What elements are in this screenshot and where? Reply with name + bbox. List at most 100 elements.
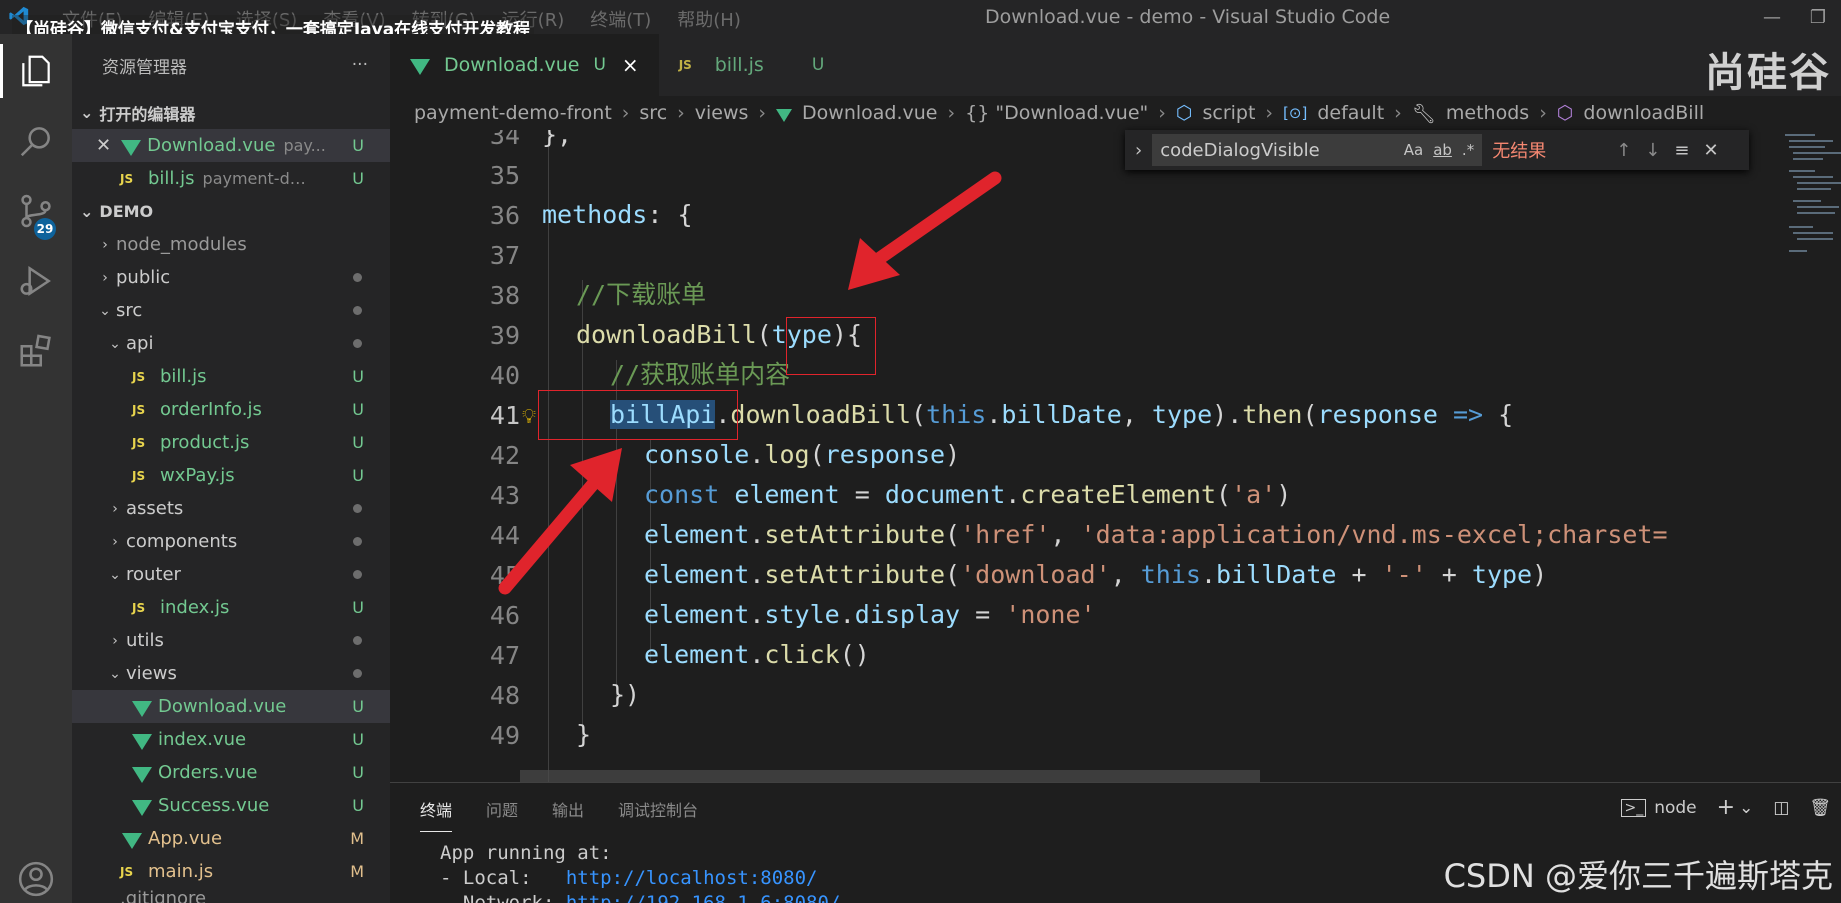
tree-file-download-vue[interactable]: Download.vue U [72, 690, 390, 723]
tree-folder-components[interactable]: › components [72, 525, 390, 558]
tree-file-gitignore[interactable]: .gitignore [72, 888, 390, 903]
trash-icon[interactable]: 🗑︎ [1809, 798, 1831, 818]
code-line-43: const element = document.createElement('… [644, 480, 1292, 509]
code-area[interactable]: }, methods: { //下载账单 downloadBill(type){… [520, 130, 1841, 782]
tab-debug-console[interactable]: 调试控制台 [618, 797, 698, 832]
scm-badge: 29 [34, 218, 56, 240]
close-icon[interactable]: × [622, 53, 639, 77]
tree-file-success-vue[interactable]: Success.vue U [72, 789, 390, 822]
tree-folder-router[interactable]: ⌄ router [72, 558, 390, 591]
source-control-icon[interactable]: 29 [0, 176, 72, 246]
run-debug-icon[interactable] [0, 246, 72, 316]
account-icon[interactable] [0, 844, 72, 903]
tree-folder-src[interactable]: ⌄ src [72, 294, 390, 327]
breadcrumb-item[interactable]: src [639, 102, 667, 124]
close-icon[interactable]: ✕ [96, 135, 111, 156]
menu-terminal[interactable]: 终端(T) [590, 6, 651, 32]
code-line-40: //获取账单内容 [610, 360, 791, 389]
tree-file-index-vue[interactable]: index.vue U [72, 723, 390, 756]
chevron-right-icon: › [758, 102, 767, 124]
more-actions-icon[interactable]: ··· [352, 55, 368, 75]
toggle-replace-icon[interactable]: › [1135, 140, 1142, 161]
tree-folder-api[interactable]: ⌄ api [72, 327, 390, 360]
tab-bill-js[interactable]: JS bill.js U [659, 34, 845, 96]
open-editor-path: payment-dem... [202, 169, 311, 188]
regex-icon[interactable]: .* [1462, 141, 1474, 159]
arrow-up-icon[interactable]: ↑ [1616, 140, 1631, 161]
breadcrumb: payment-demo-front › src › views › Download… [390, 96, 1841, 130]
local-url-link[interactable]: http://localhost:8080/ [566, 867, 818, 889]
horizontal-scrollbar[interactable] [520, 770, 1260, 782]
chevron-down-icon[interactable]: ⌄ [1739, 798, 1753, 818]
method-icon: ⬡ [1556, 102, 1574, 124]
tree-folder-node-modules[interactable]: › node_modules [72, 228, 390, 261]
tree-file-index-js[interactable]: JS index.js U [72, 591, 390, 624]
breadcrumb-item[interactable]: views [695, 102, 749, 124]
breadcrumb-item[interactable]: default [1317, 102, 1384, 124]
tree-file-bill-js[interactable]: JS bill.js U [72, 360, 390, 393]
open-editor-item[interactable]: ✕ Download.vue pay... U [72, 129, 390, 162]
git-status: U [352, 598, 364, 617]
tab-problems[interactable]: 问题 [486, 797, 518, 832]
split-terminal-icon[interactable]: ◫ [1773, 798, 1789, 818]
line-number: 36 [489, 201, 520, 230]
tree-file-orders-vue[interactable]: Orders.vue U [72, 756, 390, 789]
tab-output[interactable]: 输出 [552, 797, 584, 832]
tree-folder-public[interactable]: › public [72, 261, 390, 294]
breadcrumb-item[interactable]: Download.vue [802, 102, 937, 124]
window-title: Download.vue - demo - Visual Studio Code [985, 6, 1391, 28]
find-input[interactable]: codeDialogVisible Aa ab .* [1152, 134, 1483, 166]
code-line-42: console.log(response) [644, 440, 961, 469]
code-editor[interactable]: 34 35 36 37 38 39 40 41 42 43 44 45 46 4… [390, 130, 1841, 782]
open-editors-section[interactable]: ⌄ 打开的编辑器 [72, 96, 390, 129]
extensions-icon[interactable] [0, 316, 72, 386]
explorer-icon[interactable] [0, 36, 72, 106]
whole-word-icon[interactable]: ab [1433, 141, 1452, 159]
git-status: U [352, 763, 364, 782]
close-icon[interactable]: ✕ [1703, 140, 1718, 161]
vue-file-icon [132, 700, 152, 717]
find-in-selection-icon[interactable]: ≡ [1674, 140, 1689, 161]
tree-file-product-js[interactable]: JS product.js U [72, 426, 390, 459]
breadcrumb-item[interactable]: script [1202, 102, 1255, 124]
terminal-output[interactable]: App running at: - Local: http://localhost… [440, 841, 840, 903]
add-terminal-icon[interactable]: + [1717, 795, 1735, 820]
tree-file-wxpay-js[interactable]: JS wxPay.js U [72, 459, 390, 492]
breadcrumb-item[interactable]: {} "Download.vue" [965, 102, 1148, 124]
explorer-header: 资源管理器 ··· [72, 34, 390, 96]
tree-folder-views[interactable]: ⌄ views [72, 657, 390, 690]
breadcrumb-item[interactable]: downloadBill [1583, 102, 1704, 124]
line-number-current: 41 [489, 401, 520, 430]
minimize-icon[interactable]: — [1749, 0, 1795, 34]
tree-label: node_modules [116, 234, 247, 255]
tree-label: wxPay.js [160, 465, 235, 486]
tree-label: api [126, 333, 154, 354]
breadcrumb-item[interactable]: methods [1446, 102, 1529, 124]
git-status: U [352, 433, 364, 452]
tab-download-vue[interactable]: Download.vue U × [390, 34, 659, 96]
restore-icon[interactable]: ❐ [1795, 0, 1841, 34]
chevron-right-icon: › [102, 269, 108, 286]
tree-file-orderinfo-js[interactable]: JS orderInfo.js U [72, 393, 390, 426]
network-url-link[interactable]: http://192.168.1.6:8080/ [566, 892, 841, 903]
open-editor-item[interactable]: JS bill.js payment-dem... U [72, 162, 390, 195]
minimap-line [1797, 182, 1841, 184]
tree-file-app-vue[interactable]: App.vue M [72, 822, 390, 855]
tab-terminal[interactable]: 终端 [420, 797, 453, 832]
match-case-icon[interactable]: Aa [1404, 141, 1423, 159]
breadcrumb-item[interactable]: payment-demo-front [414, 102, 612, 124]
search-icon[interactable] [0, 106, 72, 176]
tree-label: views [126, 663, 177, 684]
terminal-select[interactable]: node [1654, 798, 1696, 818]
workspace-section[interactable]: ⌄ DEMO [72, 195, 390, 228]
arrow-down-icon[interactable]: ↓ [1645, 140, 1660, 161]
git-status: U [352, 796, 364, 815]
minimap[interactable] [1781, 130, 1841, 290]
tree-folder-utils[interactable]: › utils [72, 624, 390, 657]
chevron-right-icon: › [112, 632, 118, 649]
menu-help[interactable]: 帮助(H) [677, 6, 741, 32]
tree-file-main-js[interactable]: JS main.js M [72, 855, 390, 888]
line-number: 48 [489, 681, 520, 710]
js-file-icon: JS [132, 435, 146, 450]
tree-folder-assets[interactable]: › assets [72, 492, 390, 525]
